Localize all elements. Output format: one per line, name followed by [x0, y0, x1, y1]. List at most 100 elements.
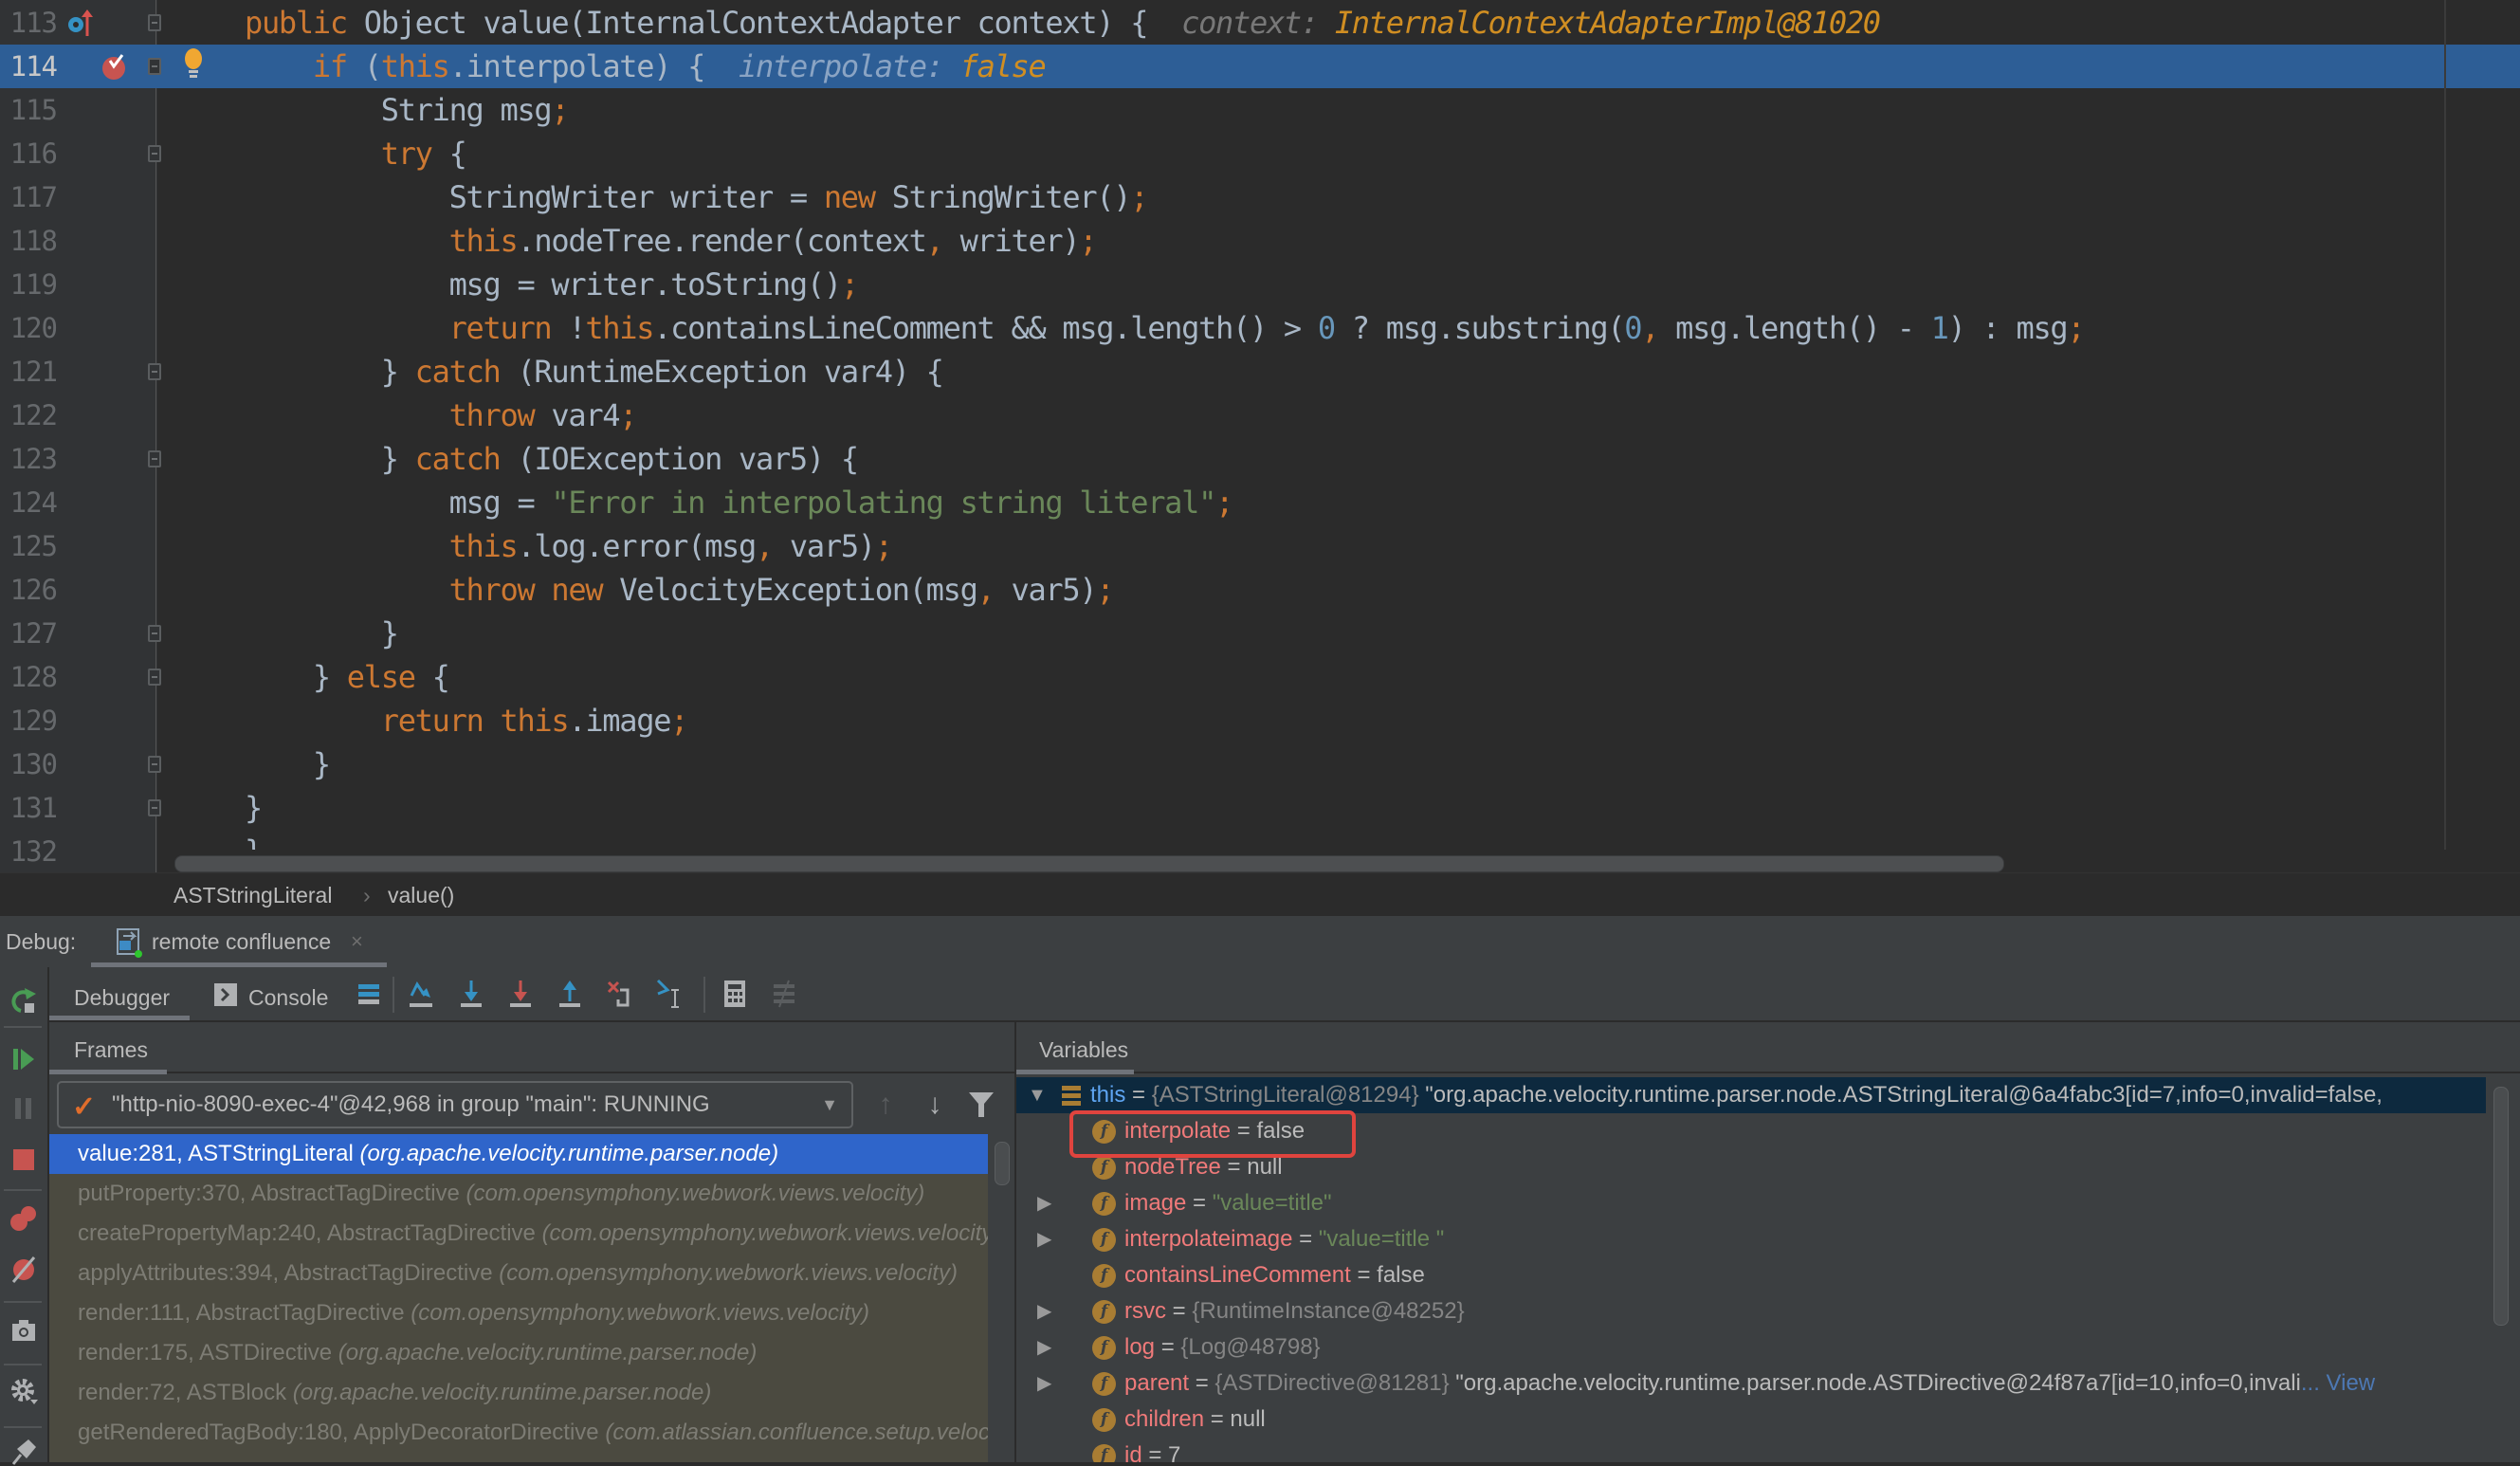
evaluate-expression-icon[interactable] [721, 979, 749, 1009]
variable-row[interactable]: f id = 7 [1016, 1438, 2486, 1462]
expand-arrow-icon[interactable]: ▶ [1037, 1293, 1051, 1329]
breakpoint-icon[interactable] [99, 51, 129, 82]
fold-collapse-icon[interactable] [148, 450, 161, 467]
previous-frame-icon[interactable]: ↑ [867, 1081, 904, 1128]
stop-icon[interactable] [9, 1145, 38, 1174]
variable-row[interactable]: f interpolate = false [1016, 1113, 2486, 1149]
expand-arrow-icon[interactable]: ▶ [1037, 1329, 1051, 1365]
variable-row[interactable]: f nodeTree = null [1016, 1149, 2486, 1185]
code-line[interactable]: 116 try { [0, 132, 2520, 175]
code-line[interactable]: 131} [0, 786, 2520, 830]
debug-session-tab[interactable]: remote confluence × [91, 916, 387, 967]
filter-icon[interactable] [967, 1089, 995, 1119]
code-line[interactable]: 117 StringWriter writer = new StringWrit… [0, 175, 2520, 219]
code-line[interactable]: 125 this.log.error(msg, var5); [0, 524, 2520, 568]
line-number[interactable]: 123 [0, 437, 58, 481]
variable-row[interactable]: ▼ this = {ASTStringLiteral@81294} "org.ap… [1016, 1077, 2486, 1113]
frame-item[interactable]: applyAttributes:394, AbstractTagDirectiv… [49, 1254, 988, 1293]
fold-collapse-icon[interactable] [148, 363, 161, 380]
line-number[interactable]: 119 [0, 263, 58, 306]
expand-arrow-icon[interactable]: ▶ [1037, 1365, 1051, 1402]
fold-end-icon[interactable] [148, 625, 161, 642]
mute-breakpoints-icon[interactable] [9, 1255, 38, 1284]
fold-collapse-icon[interactable] [148, 14, 161, 31]
line-number[interactable]: 131 [0, 786, 58, 830]
lightbulb-icon[interactable] [182, 47, 205, 80]
camera-icon[interactable] [9, 1316, 38, 1345]
force-step-into-icon[interactable] [506, 979, 535, 1009]
variable-row[interactable]: f containsLineComment = false [1016, 1257, 2486, 1293]
pause-icon[interactable] [9, 1094, 38, 1123]
line-number[interactable]: 127 [0, 612, 58, 655]
fold-end-icon[interactable] [148, 799, 161, 816]
fold-end-icon[interactable] [148, 756, 161, 773]
code-line[interactable]: 120 return !this.containsLineComment && … [0, 306, 2520, 350]
frame-item[interactable]: render:72, ASTBlock (org.apache.velocity… [49, 1373, 988, 1413]
trace-current-stream-icon[interactable] [770, 979, 798, 1009]
line-number[interactable]: 118 [0, 219, 58, 263]
variable-row[interactable]: ▶ f rsvc = {RuntimeInstance@48252} [1016, 1293, 2486, 1329]
view-breakpoints-icon[interactable] [9, 1204, 38, 1233]
next-frame-icon[interactable]: ↓ [916, 1081, 954, 1128]
line-number[interactable]: 114 [0, 45, 58, 88]
frame-item[interactable]: value:281, ASTStringLiteral (org.apache.… [49, 1134, 988, 1174]
overriding-method-icon[interactable] [66, 8, 95, 38]
line-number[interactable]: 125 [0, 524, 58, 568]
line-number[interactable]: 129 [0, 699, 58, 742]
frame-item[interactable]: getRenderedTagBody:180, ApplyDecoratorDi… [49, 1413, 988, 1453]
frame-item[interactable]: render:111, AbstractTagDirective (com.op… [49, 1293, 988, 1333]
drop-frame-icon[interactable] [605, 979, 633, 1009]
frames-scrollbar[interactable] [992, 1134, 1013, 1462]
fold-collapse-icon[interactable] [148, 58, 161, 75]
expand-arrow-icon[interactable]: ▶ [1037, 1185, 1051, 1221]
frame-item[interactable]: putProperty:370, AbstractTagDirective (c… [49, 1174, 988, 1214]
code-line[interactable]: 124 msg = "Error in interpolating string… [0, 481, 2520, 524]
rerun-icon[interactable] [9, 986, 38, 1015]
line-number[interactable]: 116 [0, 132, 58, 175]
frame-item[interactable]: render:175, ASTDirective (org.apache.vel… [49, 1333, 988, 1373]
line-number[interactable]: 124 [0, 481, 58, 524]
variables-scrollbar[interactable] [2486, 1077, 2520, 1462]
line-number[interactable]: 117 [0, 175, 58, 219]
line-number[interactable]: 121 [0, 350, 58, 394]
variable-row[interactable]: ▶ f image = "value=title" [1016, 1185, 2486, 1221]
line-number[interactable]: 115 [0, 88, 58, 132]
show-execution-point-icon[interactable] [355, 979, 383, 1009]
variable-row[interactable]: ▶ f log = {Log@48798} [1016, 1329, 2486, 1365]
code-line[interactable]: 122 throw var4; [0, 394, 2520, 437]
close-session-icon[interactable]: × [351, 916, 363, 967]
line-number[interactable]: 120 [0, 306, 58, 350]
code-line[interactable]: 123 } catch (IOException var5) { [0, 437, 2520, 481]
variable-row[interactable]: ▶ f parent = {ASTDirective@81281} "org.apa… [1016, 1365, 2486, 1402]
thread-selector[interactable]: ✓ "http-nio-8090-exec-4"@42,968 in group… [57, 1081, 853, 1128]
code-editor[interactable]: 113 public Object value(InternalContextAd… [0, 0, 2520, 872]
code-line[interactable]: 113 public Object value(InternalContextAd… [0, 1, 2520, 45]
code-line[interactable]: 128 } else { [0, 655, 2520, 699]
line-number[interactable]: 132 [0, 830, 58, 872]
horizontal-scrollbar-thumb[interactable] [174, 855, 2004, 872]
step-over-icon[interactable] [408, 979, 436, 1009]
expand-arrow-icon[interactable]: ▶ [1037, 1221, 1051, 1257]
collapse-arrow-icon[interactable]: ▼ [1028, 1077, 1047, 1113]
line-number[interactable]: 128 [0, 655, 58, 699]
tab-console[interactable]: Console [214, 967, 338, 1020]
code-line[interactable]: 127 } [0, 612, 2520, 655]
code-line[interactable]: 121 } catch (RuntimeException var4) { [0, 350, 2520, 394]
code-line[interactable]: 130 } [0, 742, 2520, 786]
step-out-icon[interactable] [556, 979, 584, 1009]
line-number[interactable]: 130 [0, 742, 58, 786]
frame-item[interactable]: createPropertyMap:240, AbstractTagDirect… [49, 1214, 988, 1254]
settings-gear-icon[interactable] [9, 1377, 38, 1405]
code-line[interactable]: 115 String msg; [0, 88, 2520, 132]
fold-collapse-icon[interactable] [148, 145, 161, 162]
fold-collapse-icon[interactable] [148, 669, 161, 686]
frames-scrollbar-thumb[interactable] [995, 1142, 1010, 1185]
code-line[interactable]: 114 if (this.interpolate) { interpolate:… [0, 45, 2520, 88]
tab-debugger[interactable]: Debugger [49, 967, 190, 1020]
code-line[interactable]: 119 msg = writer.toString(); [0, 263, 2520, 306]
breadcrumb-method[interactable]: value() [388, 873, 454, 917]
breadcrumb-class[interactable]: ASTStringLiteral [173, 873, 332, 917]
variable-row[interactable]: ▶ f interpolateimage = "value=title " [1016, 1221, 2486, 1257]
resume-icon[interactable] [9, 1045, 38, 1073]
line-number[interactable]: 126 [0, 568, 58, 612]
